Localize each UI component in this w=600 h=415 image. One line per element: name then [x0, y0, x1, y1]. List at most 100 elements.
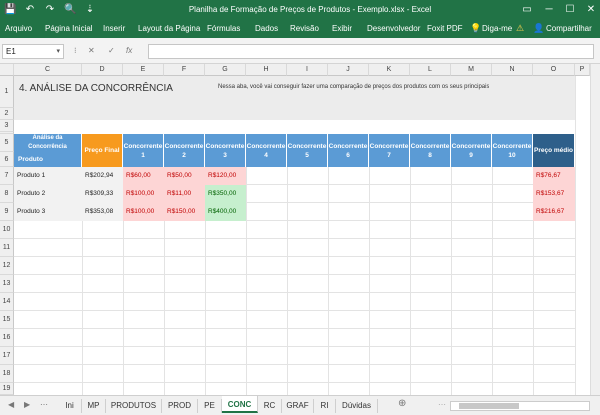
competitor-price-cell[interactable]: R$400,00 — [205, 203, 246, 221]
tab-exibir[interactable]: Exibir — [332, 24, 352, 33]
name-box[interactable]: E1 ▾ — [2, 44, 64, 59]
cancel-icon[interactable]: ✕ — [88, 46, 95, 55]
formula-input[interactable] — [148, 44, 594, 59]
sheet-tab-graf[interactable]: GRAF — [282, 399, 314, 413]
sheet-tabs-splitter[interactable]: ⋯ — [438, 400, 446, 409]
sheet-tab-ri[interactable]: RI — [314, 399, 336, 413]
row-header-13[interactable]: 13 — [0, 275, 14, 293]
row-header-16[interactable]: 16 — [0, 329, 14, 347]
row-header-15[interactable]: 15 — [0, 311, 14, 329]
column-header-h[interactable]: H — [246, 64, 287, 76]
tab-foxit-pdf[interactable]: Foxit PDF — [427, 24, 463, 33]
tab-formulas[interactable]: Fórmulas — [207, 24, 240, 33]
maximize-icon[interactable]: ☐ — [563, 3, 577, 17]
column-header-o[interactable]: O — [533, 64, 575, 76]
row-header-1[interactable]: 1 — [0, 76, 14, 108]
column-header-i[interactable]: I — [287, 64, 328, 76]
competitor-price-cell[interactable]: R$150,00 — [164, 203, 205, 221]
worksheet-grid[interactable]: C D E F G H I J K L M N O P 1 2 3 4 5 6 … — [0, 64, 590, 395]
column-header-d[interactable]: D — [82, 64, 123, 76]
undo-icon[interactable]: ↶ — [24, 4, 36, 16]
close-icon[interactable]: ✕ — [584, 3, 598, 17]
horizontal-scrollbar[interactable] — [450, 401, 590, 411]
tab-dados[interactable]: Dados — [255, 24, 278, 33]
row-header-6[interactable]: 6 — [0, 152, 14, 167]
horizontal-scroll-thumb[interactable] — [459, 403, 519, 409]
column-header-c[interactable]: C — [14, 64, 82, 76]
product-name[interactable]: Produto 2 — [14, 185, 82, 203]
user-icon: 👤 — [533, 23, 545, 33]
tab-arquivo[interactable]: Arquivo — [5, 24, 32, 33]
insert-function-button[interactable]: fx — [126, 46, 132, 55]
column-header-m[interactable]: M — [451, 64, 492, 76]
sheet-tab-prod[interactable]: PROD — [162, 399, 198, 413]
column-header-g[interactable]: G — [205, 64, 246, 76]
prev-sheet-icon[interactable]: ◀ — [8, 400, 14, 409]
column-header-k[interactable]: K — [369, 64, 410, 76]
sheet-tab-duvidas[interactable]: Dúvidas — [336, 399, 378, 413]
competitor-price-cell[interactable]: R$11,00 — [164, 185, 205, 203]
competitor-price-cell[interactable]: R$100,00 — [123, 185, 164, 203]
share-button[interactable]: Compartilhar — [546, 24, 592, 33]
row-header-2[interactable]: 2 — [0, 108, 14, 120]
tab-desenvolvedor[interactable]: Desenvolvedor — [367, 24, 420, 33]
row-header-9[interactable]: 9 — [0, 203, 14, 221]
sheet-tab-ini[interactable]: Ini — [58, 399, 82, 413]
preco-final-cell[interactable]: R$309,33 — [82, 185, 123, 203]
vertical-scrollbar[interactable] — [590, 64, 600, 395]
row-header-3[interactable]: 3 — [0, 120, 14, 132]
product-name[interactable]: Produto 1 — [14, 167, 82, 185]
column-header-l[interactable]: L — [410, 64, 451, 76]
competitor-price-cell[interactable]: R$50,00 — [164, 167, 205, 185]
preco-final-cell[interactable]: R$202,94 — [82, 167, 123, 185]
competitor-price-cell[interactable]: R$60,00 — [123, 167, 164, 185]
row-header-5[interactable]: 5 — [0, 134, 14, 152]
sheet-tab-rc[interactable]: RC — [258, 399, 282, 413]
minimize-icon[interactable]: ─ — [542, 3, 556, 17]
competitor-price-cell[interactable]: R$120,00 — [205, 167, 246, 185]
row-header-12[interactable]: 12 — [0, 257, 14, 275]
column-header-n[interactable]: N — [492, 64, 533, 76]
row-header-14[interactable]: 14 — [0, 293, 14, 311]
preco-medio-cell[interactable]: R$153,67 — [533, 185, 575, 203]
row-header-11[interactable]: 11 — [0, 239, 14, 257]
preco-medio-cell[interactable]: R$216,67 — [533, 203, 575, 221]
sheet-tab-pe[interactable]: PE — [198, 399, 222, 413]
tab-revisao[interactable]: Revisão — [290, 24, 319, 33]
column-header-f[interactable]: F — [164, 64, 205, 76]
row-header-17[interactable]: 17 — [0, 347, 14, 365]
chevron-down-icon[interactable]: ▾ — [56, 45, 60, 58]
sheet-tab-produtos[interactable]: PRODUTOS — [106, 399, 162, 413]
competitor-header-6: Concorrente 6 — [328, 134, 369, 167]
sheet-tab-conc[interactable]: CONC — [222, 396, 258, 413]
row-header-19[interactable]: 19 — [0, 383, 14, 395]
row-header-10[interactable]: 10 — [0, 221, 14, 239]
more-sheets-icon[interactable]: ⋯ — [40, 400, 48, 409]
tab-layout-da-pagina[interactable]: Layout da Página — [138, 24, 200, 33]
row-header-7[interactable]: 7 — [0, 167, 14, 185]
add-sheet-icon[interactable]: ⊕ — [398, 398, 406, 409]
warning-icon[interactable]: ⚠ — [516, 23, 524, 34]
sheet-tab-mp[interactable]: MP — [82, 399, 106, 413]
enter-icon[interactable]: ✓ — [108, 46, 115, 55]
tell-me-search[interactable]: Diga-me — [482, 24, 512, 33]
row-header-18[interactable]: 18 — [0, 365, 14, 383]
row-header-8[interactable]: 8 — [0, 185, 14, 203]
tab-pagina-inicial[interactable]: Página Inicial — [45, 24, 93, 33]
column-header-j[interactable]: J — [328, 64, 369, 76]
competitor-price-cell[interactable]: R$350,00 — [205, 185, 246, 203]
ribbon-display-icon[interactable]: ▭ — [520, 3, 534, 17]
select-all-corner[interactable] — [0, 64, 14, 76]
tab-inserir[interactable]: Inserir — [103, 24, 125, 33]
print-preview-icon[interactable]: 🔍 — [64, 4, 76, 16]
redo-icon[interactable]: ↷ — [44, 4, 56, 16]
preco-final-cell[interactable]: R$353,08 — [82, 203, 123, 221]
preco-medio-cell[interactable]: R$76,67 — [533, 167, 575, 185]
competitor-price-cell[interactable]: R$100,00 — [123, 203, 164, 221]
save-icon[interactable]: 💾 — [4, 4, 16, 16]
column-header-p[interactable]: P — [575, 64, 590, 76]
product-name[interactable]: Produto 3 — [14, 203, 82, 221]
column-header-e[interactable]: E — [123, 64, 164, 76]
customize-toolbar-icon[interactable]: ⇣ — [84, 4, 96, 16]
next-sheet-icon[interactable]: ▶ — [24, 400, 30, 409]
